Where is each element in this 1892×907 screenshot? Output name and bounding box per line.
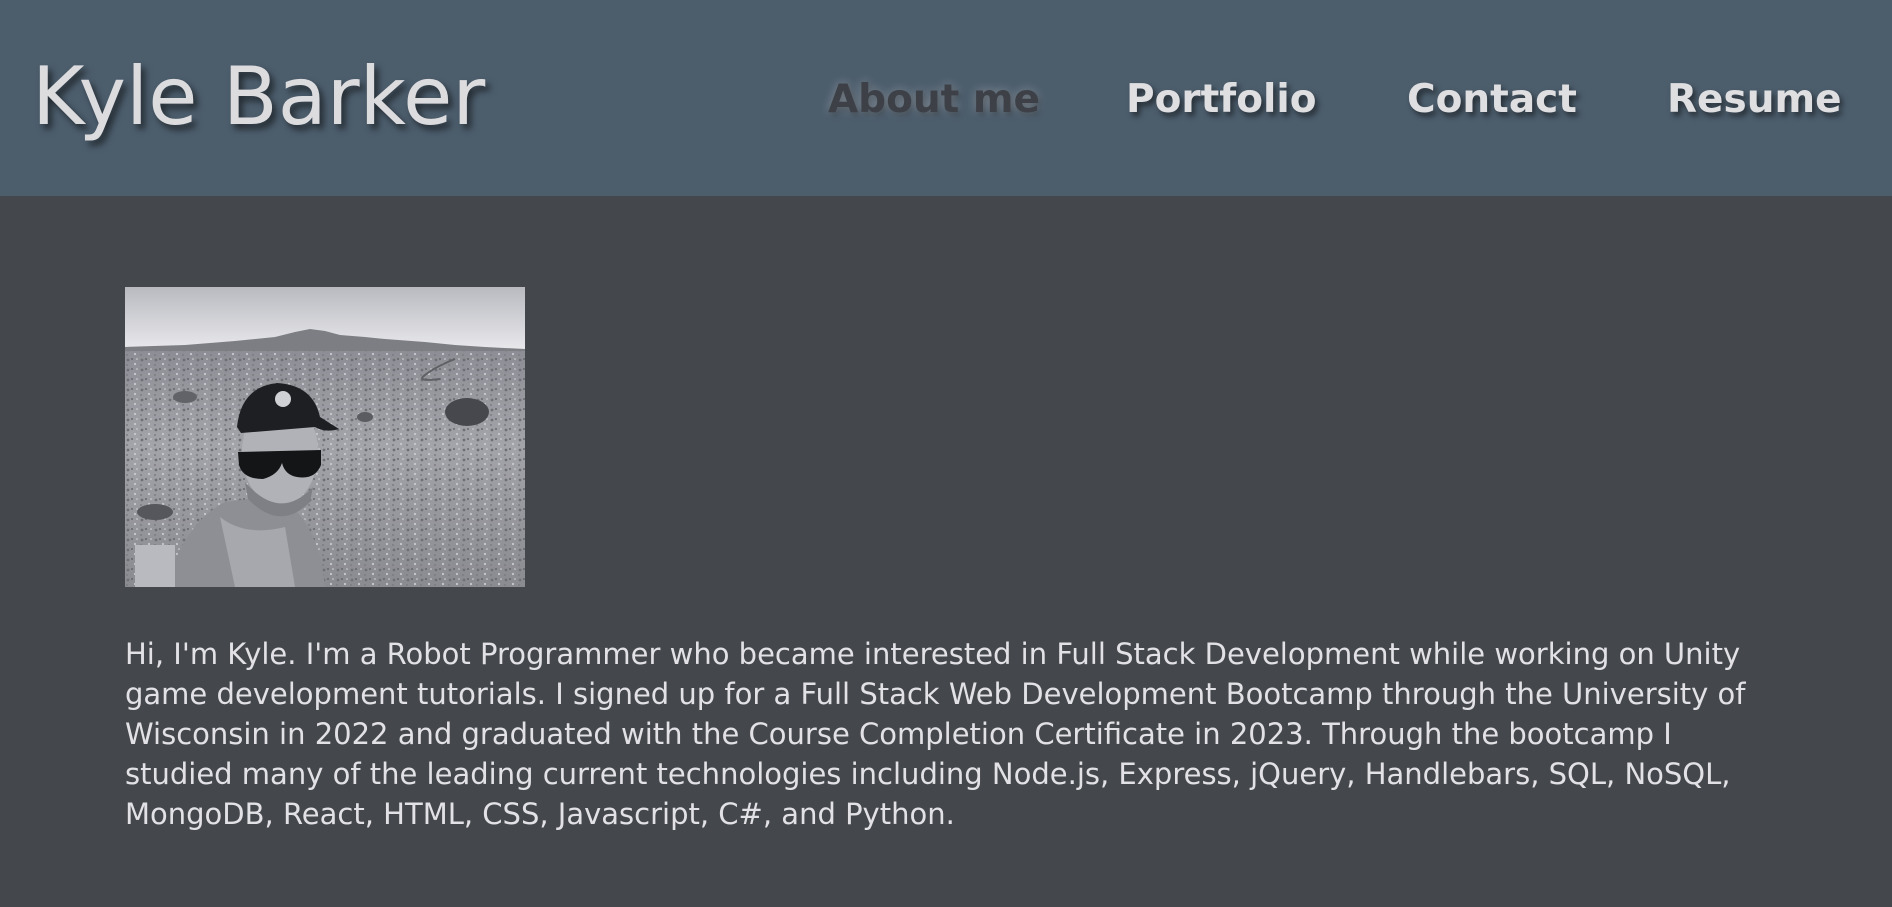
nav-resume[interactable]: Resume [1667,70,1842,130]
nav-contact[interactable]: Contact [1407,70,1577,130]
site-header: Kyle Barker About me Portfolio Contact R… [0,0,1892,196]
nav-about-me[interactable]: About me [828,70,1040,130]
nav-portfolio[interactable]: Portfolio [1126,70,1317,130]
profile-photo [125,287,525,587]
main-nav: About me Portfolio Contact Resume [0,70,1892,130]
bio-text: Hi, I'm Kyle. I'm a Robot Programmer who… [125,637,1746,831]
